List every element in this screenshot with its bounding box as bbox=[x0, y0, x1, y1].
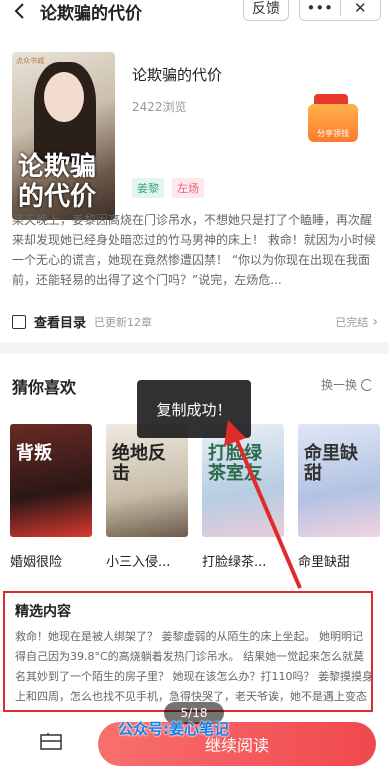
book-item[interactable]: 绝地反击 小三入侵... bbox=[106, 424, 188, 570]
cover-title: 背叛 bbox=[16, 443, 52, 464]
toc-row[interactable]: 查看目录 已更新12章 已完结 › bbox=[12, 312, 378, 331]
tag-chip[interactable]: 姜黎 bbox=[132, 178, 164, 198]
feedback-button[interactable]: 反馈 bbox=[243, 0, 289, 21]
bookshelf-icon[interactable] bbox=[40, 732, 62, 750]
watermark: 公众号:姜心笔记 bbox=[118, 720, 229, 738]
gift-label: 分享领钱 bbox=[317, 129, 349, 138]
more-button[interactable]: ••• bbox=[300, 0, 340, 20]
featured-text[interactable]: 救命！她现在是被人绑架了？ 姜黎虚弱的从陌生的床上坐起。 她明明记得自己因为39… bbox=[15, 627, 373, 709]
close-button[interactable]: ✕ bbox=[341, 0, 381, 20]
back-arrow-icon[interactable] bbox=[12, 3, 28, 19]
update-status: 已更新12章 bbox=[94, 315, 153, 329]
book-list: 背叛 婚姻很险 绝地反击 小三入侵... 打脸绿茶室友 打脸绿茶... 命里缺甜… bbox=[10, 424, 380, 570]
toc-label: 查看目录 bbox=[34, 316, 87, 331]
chevron-right-icon: › bbox=[372, 313, 378, 330]
highlight-box: 精选内容 救命！她现在是被人绑架了？ 姜黎虚弱的从陌生的床上坐起。 她明明记得自… bbox=[3, 591, 373, 712]
book-cover: 命里缺甜 bbox=[298, 424, 380, 537]
featured-section: 精选内容 救命！她现在是被人绑架了？ 姜黎虚弱的从陌生的床上坐起。 她明明记得自… bbox=[0, 588, 389, 718]
tag-chip[interactable]: 左炀 bbox=[172, 178, 204, 198]
book-name: 命里缺甜 bbox=[298, 555, 351, 570]
book-name: 打脸绿茶... bbox=[202, 555, 267, 570]
capsule-menu: ••• ✕ bbox=[299, 0, 381, 21]
toast: 复制成功！ bbox=[137, 380, 251, 438]
featured-title: 精选内容 bbox=[15, 604, 71, 620]
book-cover[interactable]: 点众书城 论欺骗的代价 bbox=[12, 52, 115, 220]
book-info-card: 点众书城 论欺骗的代价 论欺骗的代价 2422浏览 姜黎 左炀 分享领钱 某天晚… bbox=[0, 22, 389, 342]
synopsis[interactable]: 某天晚上，姜黎因高烧在门诊吊水，不想她只是打了个瞌睡，再次醒来却发现她已经身处暗… bbox=[12, 210, 378, 290]
shuffle-button[interactable]: 换一换 bbox=[321, 376, 373, 393]
book-cover: 背叛 bbox=[10, 424, 92, 537]
cover-figure-face bbox=[44, 72, 84, 122]
book-name: 小三入侵... bbox=[106, 555, 171, 570]
book-name: 婚姻很险 bbox=[10, 555, 63, 570]
page-title: 论欺骗的代价 bbox=[40, 3, 142, 24]
book-item[interactable]: 命里缺甜 命里缺甜 bbox=[298, 424, 380, 570]
cover-title: 论欺骗的代价 bbox=[18, 152, 97, 212]
book-cover: 打脸绿茶室友 bbox=[202, 424, 284, 537]
share-gift-icon[interactable]: 分享领钱 bbox=[300, 86, 364, 150]
finish-status: 已完结 bbox=[335, 315, 369, 329]
tag-list: 姜黎 左炀 bbox=[132, 178, 204, 198]
cover-title: 命里缺甜 bbox=[304, 443, 358, 484]
book-title: 论欺骗的代价 bbox=[132, 66, 223, 84]
shuffle-label: 换一换 bbox=[320, 378, 357, 392]
catalog-icon bbox=[12, 314, 26, 329]
section-title: 猜你喜欢 bbox=[12, 378, 77, 397]
cover-publisher-tag: 点众书城 bbox=[16, 57, 44, 65]
view-count: 2422浏览 bbox=[132, 100, 187, 114]
book-item[interactable]: 背叛 婚姻很险 bbox=[10, 424, 92, 570]
book-cover: 绝地反击 bbox=[106, 424, 188, 537]
refresh-icon bbox=[361, 378, 373, 391]
nav-bar: 论欺骗的代价 反馈 ••• ✕ bbox=[0, 0, 389, 24]
book-item[interactable]: 打脸绿茶室友 打脸绿茶... bbox=[202, 424, 284, 570]
cover-title: 绝地反击 bbox=[112, 443, 166, 484]
cover-title: 打脸绿茶室友 bbox=[208, 443, 262, 484]
